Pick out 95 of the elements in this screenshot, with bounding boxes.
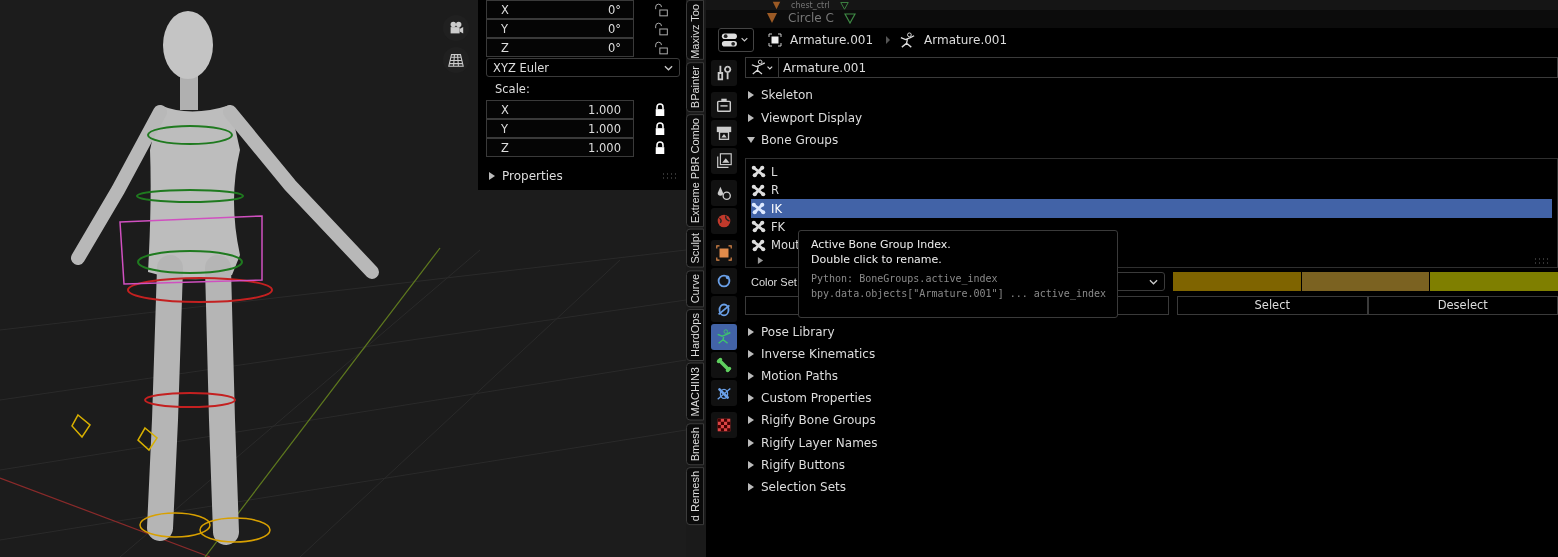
sidebar-tab[interactable]: BPainter bbox=[686, 61, 704, 113]
panel-header[interactable]: Rigify Bone Groups bbox=[745, 413, 876, 428]
object-tab[interactable] bbox=[711, 240, 737, 266]
running-figure-icon bbox=[715, 328, 733, 346]
scale-field[interactable]: X 1.000 bbox=[486, 100, 634, 119]
camera-icon bbox=[715, 96, 733, 114]
orbit-icon bbox=[715, 272, 733, 290]
sidebar-tab[interactable]: Sculpt bbox=[686, 229, 704, 268]
lock-icon[interactable] bbox=[654, 140, 666, 155]
triangle-icon bbox=[772, 0, 781, 10]
bone-icon bbox=[751, 237, 766, 253]
color-swatch[interactable] bbox=[1301, 272, 1430, 291]
list-item[interactable]: FK bbox=[751, 217, 790, 237]
checker-icon bbox=[715, 416, 733, 434]
panel-header[interactable]: Rigify Buttons bbox=[745, 457, 845, 472]
sidebar-tab[interactable]: Extreme PBR Combo bbox=[686, 114, 704, 228]
panel-header[interactable]: Inverse Kinematics bbox=[745, 346, 876, 361]
rotation-field[interactable]: Z 0° bbox=[486, 38, 634, 57]
sidebar-tab[interactable]: d Remesh bbox=[686, 466, 704, 526]
bone-icon bbox=[751, 201, 766, 216]
armature-data-field[interactable]: Armature.001 bbox=[745, 57, 1558, 78]
outliner-item[interactable]: chest_ctrl bbox=[791, 0, 830, 10]
sidebar-tab[interactable]: Bmesh bbox=[686, 422, 704, 465]
rotation-mode-dropdown[interactable]: XYZ Euler bbox=[486, 58, 680, 77]
group-button[interactable]: Select bbox=[1177, 295, 1368, 315]
breadcrumb-item: Armature.001 bbox=[924, 33, 1008, 47]
color-set-label: Color Set bbox=[750, 275, 797, 288]
scene-tab[interactable] bbox=[711, 180, 737, 206]
drag-handle-icon[interactable] bbox=[662, 173, 678, 179]
globe-icon bbox=[715, 212, 733, 230]
tools-icon bbox=[715, 64, 733, 82]
triangle-icon bbox=[766, 12, 778, 24]
color-swatch[interactable] bbox=[1173, 272, 1301, 291]
unlock-icon[interactable] bbox=[654, 21, 669, 36]
lock-icon[interactable] bbox=[654, 102, 666, 117]
drop-sphere-icon bbox=[715, 184, 733, 202]
editor-type-dropdown[interactable] bbox=[718, 28, 754, 52]
resize-grip-icon[interactable] bbox=[1534, 257, 1550, 264]
armature-icon bbox=[899, 31, 917, 49]
scale-field[interactable]: Y 1.000 bbox=[486, 119, 634, 138]
list-item[interactable]: IK bbox=[751, 199, 1552, 218]
rotation-field[interactable]: X 0° bbox=[486, 0, 634, 19]
panel-header[interactable]: Bone Groups bbox=[745, 133, 839, 148]
panel-header[interactable]: Rigify Layer Names bbox=[745, 435, 878, 450]
view-layer-tab[interactable] bbox=[711, 148, 737, 174]
tool-tab[interactable] bbox=[711, 60, 737, 86]
expand-arrow-icon[interactable] bbox=[757, 257, 764, 264]
bone-tab[interactable] bbox=[711, 352, 737, 378]
panel-header[interactable]: Properties bbox=[486, 169, 563, 183]
unlock-icon[interactable] bbox=[654, 40, 669, 55]
breadcrumb-item: Armature.001 bbox=[790, 33, 874, 47]
bone-constraint-tab[interactable] bbox=[711, 380, 737, 406]
bone-icon bbox=[751, 219, 766, 235]
sidebar-tab[interactable]: MACHIN3 bbox=[686, 363, 704, 421]
chevron-icon bbox=[885, 36, 892, 44]
bone-icon bbox=[751, 182, 766, 198]
scale-label: Scale: bbox=[495, 82, 531, 98]
physics-tab[interactable] bbox=[711, 268, 737, 294]
panel-header[interactable]: Skeleton bbox=[745, 88, 813, 103]
tooltip-text: Active Bone Group Index. bbox=[811, 237, 952, 252]
chevron-icon bbox=[664, 64, 673, 71]
output-tab[interactable] bbox=[711, 120, 737, 146]
panel-header[interactable]: Selection Sets bbox=[745, 479, 847, 494]
image-stack-icon bbox=[715, 152, 733, 170]
object-icon bbox=[768, 33, 782, 47]
render-tab[interactable] bbox=[711, 92, 737, 118]
panel-header[interactable]: Custom Properties bbox=[745, 391, 872, 406]
bone-icon bbox=[751, 164, 766, 180]
python-path-text: Python: BoneGroups.active_index bbox=[811, 272, 999, 287]
color-swatch[interactable] bbox=[1430, 272, 1558, 291]
chevron-icon bbox=[1149, 278, 1158, 285]
list-item[interactable]: R bbox=[751, 180, 783, 200]
python-path-text: bpy.data.objects["Armature.001"] ... active_index bbox=[811, 286, 1105, 301]
square-icon bbox=[715, 244, 733, 262]
printer-icon bbox=[715, 124, 733, 142]
scale-field[interactable]: Z 1.000 bbox=[486, 138, 634, 157]
lock-icon[interactable] bbox=[654, 121, 666, 136]
list-item[interactable]: L bbox=[751, 162, 782, 181]
panel-header[interactable]: Pose Library bbox=[745, 324, 835, 339]
sidebar-tab[interactable]: HardOps bbox=[686, 309, 704, 362]
outliner-item[interactable]: Circle C bbox=[788, 11, 834, 25]
world-tab[interactable] bbox=[711, 208, 737, 234]
bone-icon bbox=[715, 356, 733, 374]
sidebar-tab[interactable]: Curve bbox=[686, 269, 704, 308]
rotation-field[interactable]: Y 0° bbox=[486, 19, 634, 38]
unlock-icon[interactable] bbox=[654, 2, 669, 17]
texture-tab[interactable] bbox=[711, 412, 737, 438]
panel-header[interactable]: Motion Paths bbox=[745, 368, 839, 383]
sidebar-tab[interactable]: Maxivz Too bbox=[686, 0, 704, 60]
armature-icon bbox=[750, 59, 774, 76]
group-button[interactable]: Deselect bbox=[1367, 295, 1558, 315]
tooltip-text: Double click to rename. bbox=[811, 252, 943, 267]
list-item[interactable]: Mout bbox=[751, 236, 804, 255]
constraints-tab[interactable] bbox=[711, 296, 737, 322]
panel-header[interactable]: Viewport Display bbox=[745, 110, 863, 125]
